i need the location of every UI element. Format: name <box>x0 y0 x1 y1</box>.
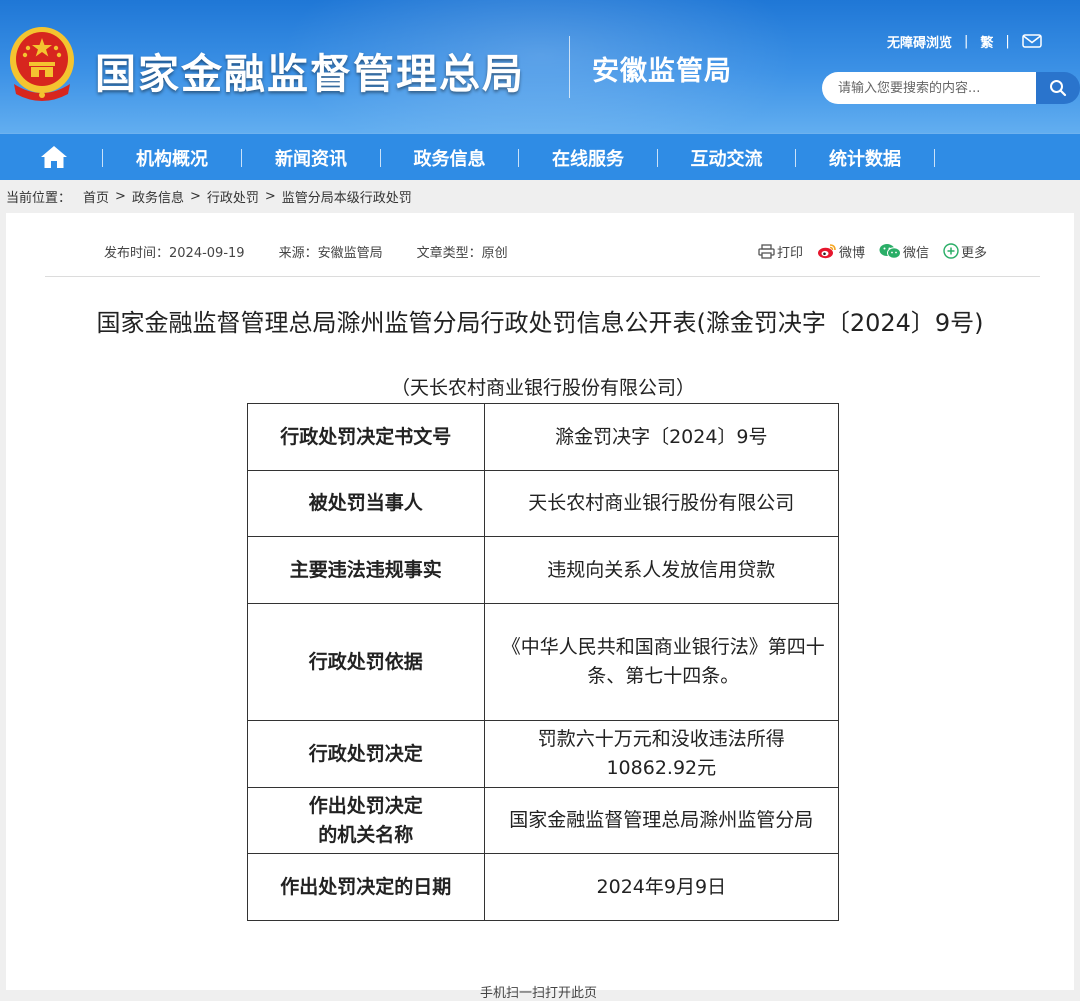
breadcrumb-home[interactable]: 首页 <box>83 187 109 206</box>
mail-icon[interactable] <box>1022 34 1042 48</box>
table-value-cell: 滁金罚决字〔2024〕9号 <box>483 403 840 471</box>
publish-time: 发布时间：2024-09-19 <box>104 245 245 261</box>
print-button[interactable]: 打印 <box>758 242 803 261</box>
title-divider <box>569 36 570 98</box>
table-key-cell: 作出处罚决定的日期 <box>247 853 485 921</box>
top-link-separator: | <box>964 33 969 49</box>
table-row: 行政处罚决定 罚款六十万元和没收违法所得10862.92元 <box>247 720 840 788</box>
table-value-cell: 天长农村商业银行股份有限公司 <box>483 470 840 537</box>
search-icon <box>1050 80 1067 97</box>
breadcrumb-government-info[interactable]: 政务信息 <box>132 187 184 206</box>
search-button[interactable] <box>1036 72 1080 104</box>
table-row: 作出处罚决定的日期 2024年9月9日 <box>247 853 840 921</box>
breadcrumb-separator: > <box>189 189 201 204</box>
nav-item-government-info[interactable]: 政务信息 <box>381 134 518 181</box>
traditional-chinese-link[interactable]: 繁 <box>980 32 993 51</box>
article-type: 文章类型：原创 <box>416 245 508 261</box>
table-key-cell: 主要违法违规事实 <box>247 536 485 604</box>
table-key-cell: 行政处罚依据 <box>247 603 485 721</box>
main-nav: 机构概况 新闻资讯 政务信息 在线服务 互动交流 统计数据 <box>0 133 1080 180</box>
meta-divider <box>45 276 1040 277</box>
breadcrumb-separator: > <box>115 189 126 204</box>
table-row: 行政处罚依据 《中华人民共和国商业银行法》第四十条、第七十四条。 <box>247 603 840 721</box>
table-key-cell: 被处罚当事人 <box>247 470 485 537</box>
more-label: 更多 <box>961 245 988 261</box>
bureau-subtitle: 安徽监管局 <box>592 56 732 87</box>
nav-item-statistics[interactable]: 统计数据 <box>796 134 934 181</box>
table-value-cell: 罚款六十万元和没收违法所得10862.92元 <box>483 720 840 788</box>
table-key-cell: 作出处罚决定的机关名称 <box>247 787 485 854</box>
document-title: 国家金融监督管理总局滁州监管分局行政处罚信息公开表(滁金罚决字〔2024〕9号) <box>96 309 984 337</box>
home-icon[interactable] <box>40 144 68 170</box>
table-key-cell: 行政处罚决定书文号 <box>247 403 485 471</box>
site-title[interactable]: 国家金融监督管理总局 <box>95 40 525 100</box>
print-label: 打印 <box>777 245 804 261</box>
top-links: 无障碍浏览 | 繁 | <box>887 31 1042 51</box>
site-header: 国家金融监督管理总局 安徽监管局 无障碍浏览 | 繁 | <box>0 0 1080 133</box>
search-input[interactable] <box>822 72 1036 104</box>
nav-item-interaction[interactable]: 互动交流 <box>658 134 795 181</box>
nav-separator <box>934 149 935 167</box>
more-share-button[interactable]: 更多 <box>943 242 987 261</box>
table-row: 主要违法违规事实 违规向关系人发放信用贷款 <box>247 536 840 604</box>
table-value-cell: 2024年9月9日 <box>483 853 840 921</box>
table-row: 被处罚当事人 天长农村商业银行股份有限公司 <box>247 470 840 537</box>
nav-item-news[interactable]: 新闻资讯 <box>242 134 380 181</box>
accessibility-link[interactable]: 无障碍浏览 <box>887 32 952 51</box>
national-emblem-icon[interactable] <box>8 24 76 102</box>
weibo-icon <box>818 244 836 259</box>
breadcrumb-penalties[interactable]: 行政处罚 <box>207 187 259 206</box>
share-bar: 打印 微博 微信 更多 <box>758 241 1001 261</box>
printer-icon <box>758 243 775 259</box>
weibo-share-button[interactable]: 微博 <box>817 242 865 261</box>
table-value-cell: 国家金融监督管理总局滁州监管分局 <box>483 787 840 854</box>
breadcrumb-branch-penalties[interactable]: 监管分局本级行政处罚 <box>282 187 412 206</box>
penalty-info-table: 行政处罚决定书文号 滁金罚决字〔2024〕9号 被处罚当事人 天长农村商业银行股… <box>247 403 840 921</box>
plus-circle-icon <box>943 243 959 259</box>
article-source: 来源：安徽监管局 <box>278 245 383 261</box>
breadcrumb-separator: > <box>264 189 276 204</box>
penalized-org-line: （天长农村商业银行股份有限公司） <box>390 377 695 399</box>
qr-scan-hint: 手机扫一扫打开此页 <box>480 986 598 1001</box>
table-key-cell: 行政处罚决定 <box>247 720 485 788</box>
breadcrumb: 当前位置： 首页 > 政务信息 > 行政处罚 > 监管分局本级行政处罚 <box>6 180 412 213</box>
wechat-label: 微信 <box>903 245 930 261</box>
wechat-share-button[interactable]: 微信 <box>879 242 929 261</box>
wechat-icon <box>879 244 902 259</box>
top-link-separator: | <box>1005 33 1010 49</box>
table-value-cell: 《中华人民共和国商业银行法》第四十条、第七十四条。 <box>483 603 840 721</box>
nav-item-organization[interactable]: 机构概况 <box>103 134 241 181</box>
weibo-label: 微博 <box>839 245 866 261</box>
nav-item-online-services[interactable]: 在线服务 <box>519 134 657 181</box>
table-row: 作出处罚决定的机关名称 国家金融监督管理总局滁州监管分局 <box>247 787 840 854</box>
table-row: 行政处罚决定书文号 滁金罚决字〔2024〕9号 <box>247 403 840 471</box>
table-value-cell: 违规向关系人发放信用贷款 <box>483 536 840 604</box>
breadcrumb-label: 当前位置： <box>6 191 72 206</box>
article-meta: 发布时间：2024-09-19 来源：安徽监管局 文章类型：原创 <box>104 241 508 261</box>
